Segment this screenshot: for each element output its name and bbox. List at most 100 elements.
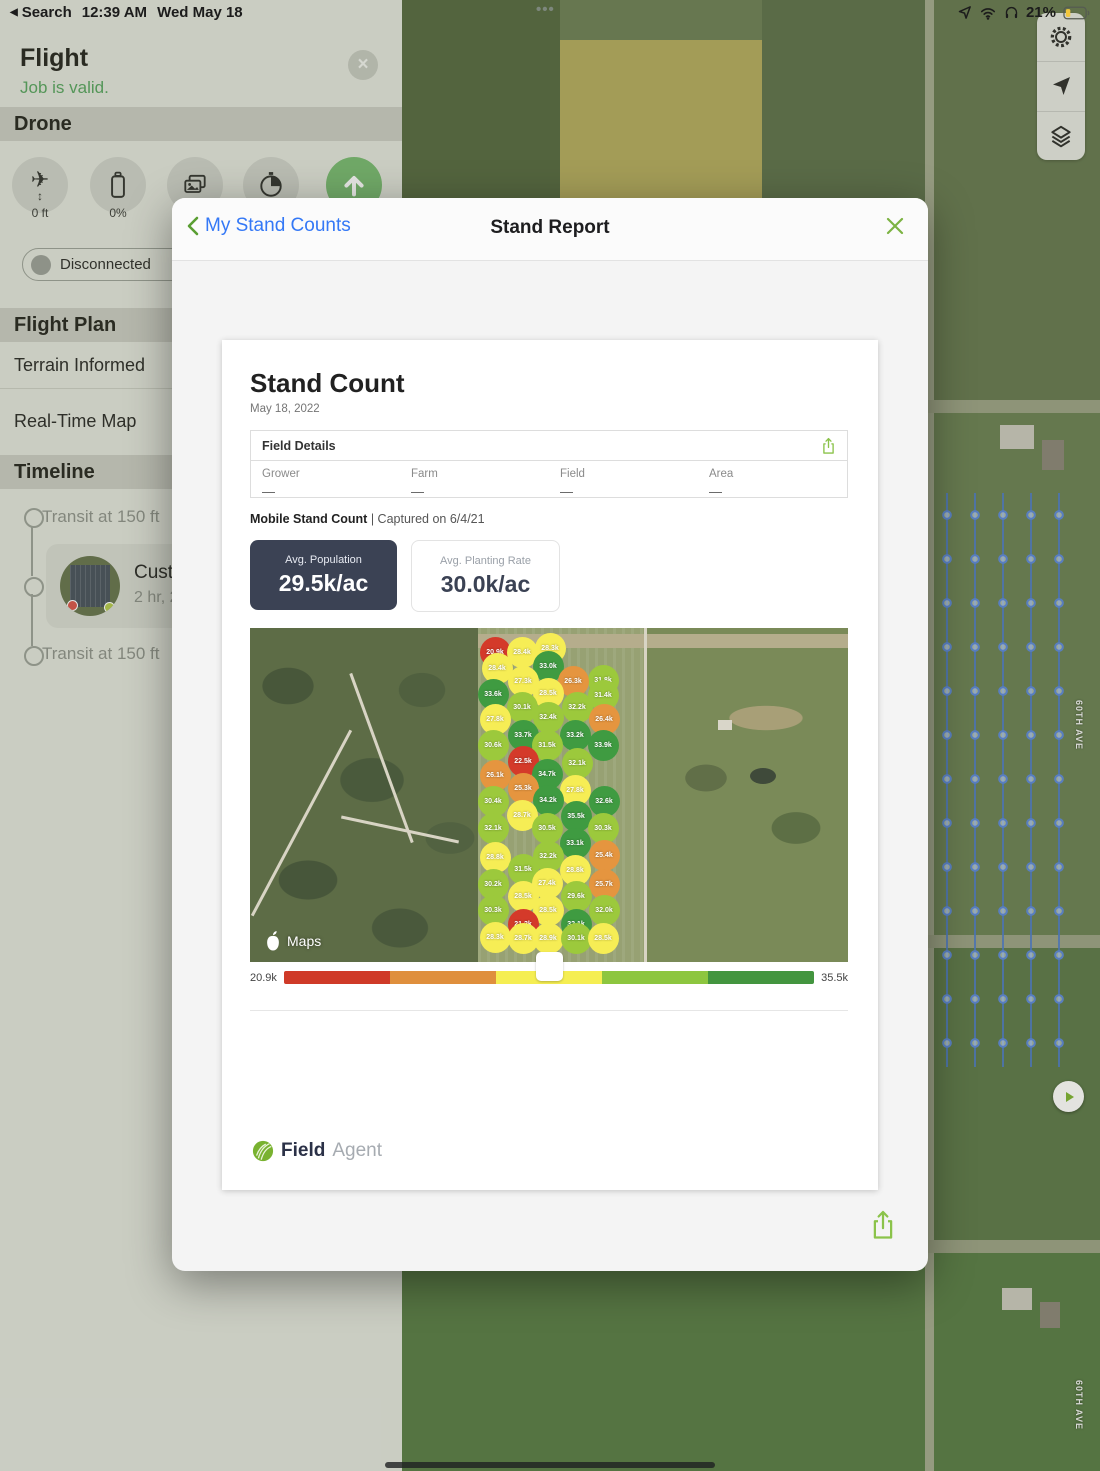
- column-label: Farm: [411, 468, 549, 480]
- timer-icon: [257, 171, 285, 199]
- stat-value: 30.0k/ac: [441, 571, 531, 598]
- modal-header: My Stand Counts Stand Report: [172, 198, 928, 261]
- status-date: Wed May 18: [157, 4, 243, 21]
- stand-count-circle: 30.6k: [478, 730, 509, 761]
- farm-building: [1042, 440, 1064, 470]
- stand-count-circle: 25.4k: [589, 840, 620, 871]
- column-label: Field: [560, 468, 698, 480]
- sidebar-title: Flight: [20, 44, 88, 73]
- battery-percent: 21%: [1026, 4, 1056, 21]
- timeline-connector: [31, 526, 33, 576]
- scale-min-label: 20.9k: [250, 972, 277, 984]
- farm-building: [1000, 425, 1034, 449]
- share-icon: [820, 436, 837, 456]
- share-icon: [868, 1208, 898, 1242]
- timeline-connector: [31, 594, 33, 646]
- back-app-label: Search: [22, 4, 72, 21]
- capture-title: Mobile Stand Count: [250, 512, 367, 526]
- stand-count-circle: 29.6k: [561, 881, 592, 912]
- field-details-share-button[interactable]: [820, 436, 837, 461]
- apple-logo-icon: [262, 930, 284, 952]
- stand-count-circle: 32.6k: [589, 786, 620, 817]
- drone-battery-indicator: [90, 157, 146, 213]
- job-valid-status: Job is valid.: [20, 78, 109, 98]
- stand-count-circle: 30.3k: [588, 813, 619, 844]
- mission-end-dot: [104, 602, 115, 613]
- timeline-node: [24, 577, 44, 597]
- stat-label: Avg. Population: [285, 554, 362, 566]
- report-date: May 18, 2022: [250, 403, 320, 415]
- scale-segment: [284, 971, 390, 984]
- column-value: —: [411, 484, 549, 499]
- timeline-node: [24, 646, 44, 666]
- flight-waypoint-grid: [933, 493, 1081, 1067]
- drone-section-header: Drone: [0, 107, 402, 141]
- mission-start-dot: [67, 600, 78, 611]
- fieldagent-logo: Field Agent: [252, 1140, 382, 1162]
- farm-building: [1002, 1288, 1032, 1310]
- home-indicator[interactable]: [385, 1462, 715, 1468]
- stand-count-circle: 30.3k: [478, 895, 509, 926]
- brand-field: Field: [281, 1140, 325, 1162]
- back-triangle-icon: ◀: [10, 7, 18, 18]
- stand-report-modal: My Stand Counts Stand Report Stand Count…: [172, 198, 928, 1271]
- scale-drag-handle[interactable]: [536, 952, 563, 981]
- location-arrow-icon: [1049, 74, 1073, 98]
- map-controls: [1037, 13, 1085, 160]
- updown-arrow-icon: ↕: [37, 189, 43, 203]
- modal-share-button[interactable]: [868, 1208, 898, 1247]
- map-layers-button[interactable]: [1037, 112, 1085, 160]
- road-label: 60TH AVE: [1074, 1380, 1084, 1430]
- wifi-icon: [979, 6, 997, 20]
- field-detail-field: Field —: [549, 461, 698, 499]
- avg-population-card: Avg. Population 29.5k/ac: [250, 540, 397, 610]
- column-value: —: [560, 484, 698, 499]
- timeline-transit-before: Transit at 150 ft: [42, 507, 159, 527]
- timeline-node: [24, 508, 44, 528]
- stand-count-circle: 33.9k: [588, 730, 619, 761]
- capture-date: | Captured on 6/4/21: [367, 512, 484, 526]
- column-value: —: [262, 484, 400, 499]
- timeline-transit-after: Transit at 150 ft: [42, 644, 159, 664]
- map-locate-button[interactable]: [1037, 62, 1085, 111]
- stand-count-circle: 30.4k: [478, 786, 509, 817]
- stand-count-circle: 35.5k: [561, 801, 592, 832]
- multitask-indicator[interactable]: •••: [536, 1, 555, 18]
- status-right: 21%: [957, 4, 1090, 21]
- headphones-icon: [1004, 5, 1019, 20]
- brand-agent: Agent: [332, 1140, 382, 1162]
- layers-icon: [1048, 123, 1074, 149]
- attribution-label: Maps: [287, 933, 321, 949]
- altitude-value: 0 ft: [12, 206, 68, 220]
- back-to-app-button[interactable]: ◀ Search: [10, 4, 72, 21]
- column-label: Area: [709, 468, 847, 480]
- avg-planting-rate-card: Avg. Planting Rate 30.0k/ac: [411, 540, 560, 612]
- field-detail-area: Area —: [698, 461, 847, 499]
- screen: Flight Job is valid. × Drone ✈ ↕ 0 ft 0%: [0, 0, 1100, 1471]
- scale-segment: [602, 971, 708, 984]
- scale-max-label: 35.5k: [821, 972, 848, 984]
- farm-building: [1040, 1302, 1060, 1328]
- field-patch: [402, 1252, 1100, 1471]
- divider: [250, 1010, 848, 1011]
- modal-close-button[interactable]: [884, 215, 906, 242]
- flight-play-button[interactable]: [1053, 1081, 1084, 1112]
- field-details-title: Field Details: [262, 439, 336, 453]
- stand-count-circle: 32.1k: [562, 748, 593, 779]
- upload-arrow-icon: [340, 171, 368, 199]
- stat-cards: Avg. Population 29.5k/ac Avg. Planting R…: [250, 540, 560, 612]
- fieldagent-leaf-icon: [252, 1140, 274, 1162]
- connection-dot: [31, 255, 51, 275]
- sidebar-close-button[interactable]: ×: [348, 50, 378, 80]
- modal-title: Stand Report: [172, 217, 928, 239]
- capture-line: Mobile Stand Count | Captured on 6/4/21: [250, 512, 485, 526]
- stand-count-circle: 32.2k: [562, 692, 593, 723]
- stand-count-circle: 28.9k: [533, 923, 564, 954]
- stand-count-circle: 33.1k: [560, 828, 591, 859]
- report-title: Stand Count: [250, 368, 405, 399]
- stand-count-circle: 30.1k: [561, 923, 592, 954]
- stand-count-circle: 32.0k: [589, 895, 620, 926]
- column-value: —: [709, 484, 847, 499]
- stand-count-map[interactable]: 28.3k20.9k28.4k33.0k28.4k31.8k27.3k26.3k…: [250, 628, 848, 962]
- field-detail-farm: Farm —: [400, 461, 549, 499]
